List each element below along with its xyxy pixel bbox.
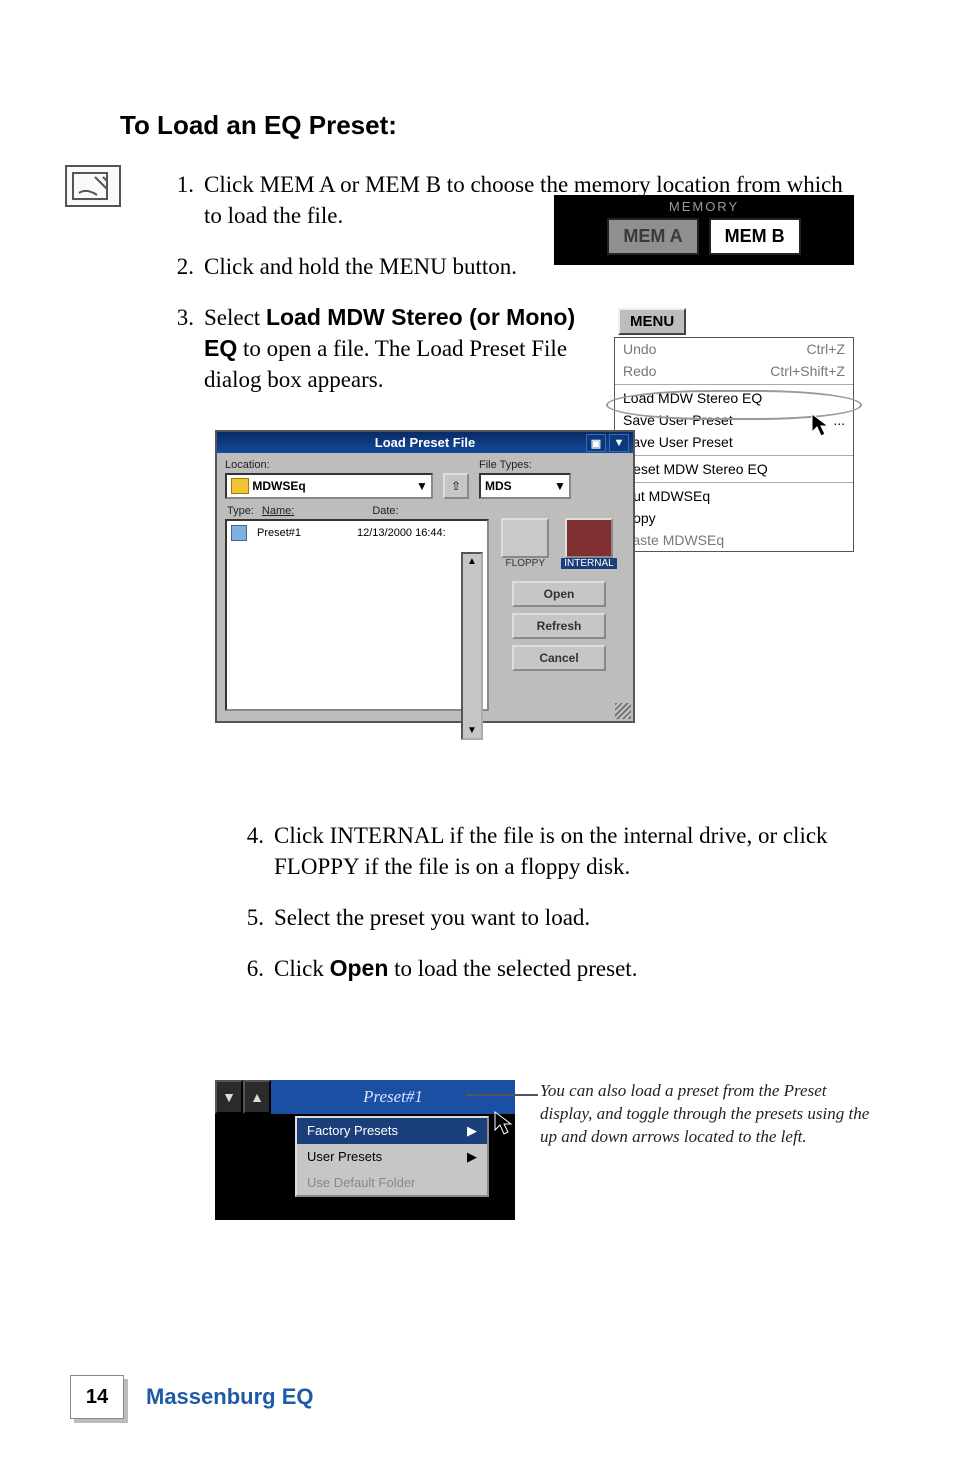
filetypes-combo[interactable]: MDS ▼ [479, 473, 571, 499]
up-folder-button[interactable]: ⇧ [443, 473, 469, 499]
tip-text: You can also load a preset from the Pres… [540, 1080, 870, 1149]
step-text: to open a file. The Load Preset File dia… [204, 336, 567, 392]
menu-item-paste[interactable]: Paste MDWSEq [615, 529, 853, 551]
location-label: Location: [225, 459, 433, 471]
file-date: 12/13/2000 16:44: [357, 527, 446, 539]
step-text: Select [204, 305, 266, 330]
menu-item-undo[interactable]: Undo Ctrl+Z [615, 338, 853, 360]
menu-list: Undo Ctrl+Z Redo Ctrl+Shift+Z Load MDW S… [614, 337, 854, 552]
preset-menu-user[interactable]: User Presets ▶ [297, 1144, 487, 1170]
refresh-button[interactable]: Refresh [512, 613, 606, 639]
step-number: 1. [160, 169, 204, 231]
menu-item-label: Use Default Folder [307, 1175, 415, 1190]
preset-name-display[interactable]: Preset#1 [271, 1080, 515, 1114]
step-number: 6. [230, 953, 274, 984]
menu-item-label: Undo [623, 341, 656, 357]
chevron-right-icon: ▶ [467, 1149, 477, 1165]
col-name[interactable]: Name: [262, 505, 294, 517]
file-icon [231, 525, 247, 541]
menu-item-ellipsis: ... [833, 412, 845, 428]
col-type: Type: [227, 505, 254, 517]
filetypes-label: File Types: [479, 459, 571, 471]
preset-up-arrow[interactable]: ▲ [243, 1080, 271, 1114]
step-text: Click INTERNAL if the file is on the int… [274, 823, 828, 879]
drive-internal[interactable]: INTERNAL [561, 518, 616, 569]
step-number: 4. [230, 820, 274, 882]
filetypes-value: MDS [485, 479, 512, 493]
menu-item-label: User Presets [307, 1149, 382, 1165]
step-number: 5. [230, 902, 274, 933]
chevron-down-icon: ▼ [551, 479, 569, 493]
menu-item-shortcut: Ctrl+Z [807, 341, 846, 357]
memory-label: MEMORY [562, 199, 846, 214]
menu-item-label: Load MDW Stereo EQ [623, 390, 762, 406]
note-icon [65, 165, 121, 207]
preset-menu-default[interactable]: Use Default Folder [297, 1170, 487, 1195]
section-heading: To Load an EQ Preset: [120, 110, 864, 141]
drive-floppy[interactable]: FLOPPY [501, 518, 549, 569]
file-name: Preset#1 [257, 527, 347, 539]
menu-panel: MENU Undo Ctrl+Z Redo Ctrl+Shift+Z Load … [614, 308, 854, 552]
memory-panel: MEMORY MEM A MEM B [554, 195, 854, 265]
dialog-title: Load Preset File [375, 435, 475, 450]
preset-down-arrow[interactable]: ▼ [215, 1080, 243, 1114]
open-button[interactable]: Open [512, 581, 606, 607]
menu-item-label: Save User Preset [623, 434, 733, 450]
list-header: Type: Name: Date: [227, 505, 625, 517]
internal-drive-icon [565, 518, 613, 558]
step-bold: Open [330, 955, 389, 981]
menu-button[interactable]: MENU [618, 308, 686, 335]
page-footer: 14 Massenburg EQ [70, 1375, 313, 1419]
file-list[interactable]: Preset#1 12/13/2000 16:44: [225, 519, 489, 711]
scrollbar[interactable]: ▲ ▼ [461, 552, 483, 740]
load-preset-dialog: Load Preset File ▣ ▼ Location: MDWSEq ▼ … [215, 430, 635, 723]
page-number: 14 [70, 1375, 124, 1419]
folder-icon [231, 478, 249, 494]
scroll-up-icon[interactable]: ▲ [467, 556, 477, 567]
menu-item-copy[interactable]: Copy [615, 507, 853, 529]
mem-b-button[interactable]: MEM B [709, 218, 801, 255]
menu-item-label: Cut MDWSEq [623, 488, 710, 504]
dialog-titlebar[interactable]: Load Preset File ▣ ▼ [217, 432, 633, 453]
scroll-down-icon[interactable]: ▼ [467, 725, 477, 736]
location-value: MDWSEq [252, 479, 305, 493]
menu-item-label: Reset MDW Stereo EQ [623, 461, 768, 477]
cancel-button[interactable]: Cancel [512, 645, 606, 671]
menu-item-load[interactable]: Load MDW Stereo EQ [615, 387, 853, 409]
preset-display-figure: ▼ ▲ Preset#1 Factory Presets ▶ User Prese… [215, 1080, 515, 1220]
footer-title: Massenburg EQ [146, 1384, 313, 1410]
step-text: Select the preset you want to load. [274, 905, 590, 930]
mem-a-button[interactable]: MEM A [607, 218, 698, 255]
menu-item-label: Redo [623, 363, 656, 379]
preset-menu: Factory Presets ▶ User Presets ▶ Use Defau… [295, 1116, 489, 1197]
step-text: to load the selected preset. [388, 956, 637, 981]
step-number: 2. [160, 251, 204, 282]
drive-label: INTERNAL [561, 558, 616, 569]
drive-label: FLOPPY [506, 558, 545, 569]
chevron-right-icon: ▶ [467, 1123, 477, 1139]
menu-item-label: Paste MDWSEq [623, 532, 724, 548]
chevron-down-icon: ▼ [413, 479, 431, 493]
menu-item-label: Factory Presets [307, 1123, 398, 1139]
preset-menu-factory[interactable]: Factory Presets ▶ [297, 1118, 487, 1144]
menu-item-label: Save User Preset [623, 412, 733, 428]
menu-item-save-preset[interactable]: Save User Preset ... [615, 409, 853, 431]
menu-item-save-preset-2[interactable]: Save User Preset [615, 431, 853, 453]
file-row[interactable]: Preset#1 12/13/2000 16:44: [231, 525, 483, 541]
floppy-icon [501, 518, 549, 558]
step-text: Click [274, 956, 330, 981]
col-date: Date: [372, 505, 398, 517]
menu-item-cut[interactable]: Cut MDWSEq [615, 485, 853, 507]
resize-handle[interactable] [615, 703, 631, 719]
dropdown-icon[interactable]: ▼ [609, 434, 629, 452]
callout-line [466, 1094, 538, 1096]
step-text: Click and hold the MENU button. [204, 254, 517, 279]
menu-item-shortcut: Ctrl+Shift+Z [770, 363, 845, 379]
minimize-icon[interactable]: ▣ [586, 434, 606, 452]
menu-item-reset[interactable]: Reset MDW Stereo EQ [615, 458, 853, 480]
location-combo[interactable]: MDWSEq ▼ [225, 473, 433, 499]
menu-item-redo[interactable]: Redo Ctrl+Shift+Z [615, 360, 853, 382]
step-number: 3. [160, 302, 204, 395]
